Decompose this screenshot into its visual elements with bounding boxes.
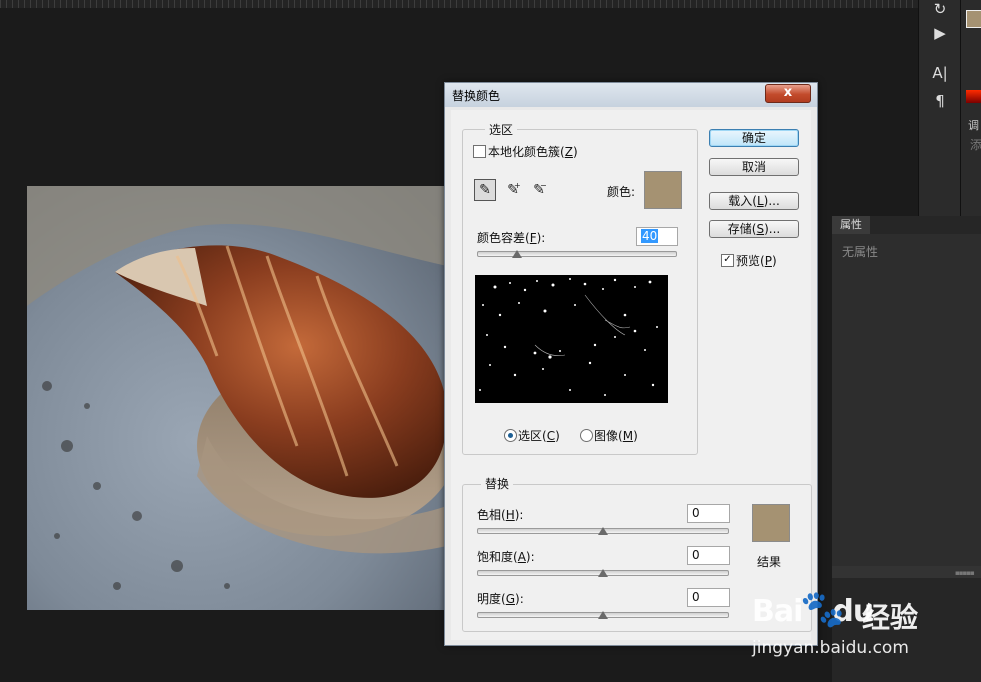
baidu-jingyan-text: 经验 [862, 601, 919, 634]
properties-tab[interactable]: 属性 [832, 216, 870, 234]
hue-label: 色相(H): [477, 508, 524, 522]
ok-button[interactable]: 确定 [709, 129, 799, 147]
selection-group-label: 选区 [485, 121, 518, 138]
cancel-button[interactable]: 取消 [709, 158, 799, 176]
result-label: 结果 [757, 555, 782, 569]
view-selection-radio[interactable] [504, 429, 517, 442]
save-button[interactable]: 存储(S)... [709, 220, 799, 238]
fuzziness-slider-track[interactable] [477, 251, 677, 257]
lightness-label: 明度(G): [477, 592, 524, 606]
snail-photo [27, 186, 447, 610]
sample-color-label: 颜色: [607, 185, 636, 199]
preview-checkbox[interactable]: ✓ [721, 254, 734, 267]
rotate-icon[interactable]: ↻ [919, 0, 961, 18]
panel-grip-icon[interactable]: ▪▪▪▪▪ [955, 569, 975, 577]
eyedropper-icon[interactable]: ✎ [474, 179, 496, 201]
preview-label[interactable]: 预览(P) [736, 252, 777, 269]
gradient-swatch[interactable] [966, 90, 981, 103]
dialog-title: 替换颜色 [452, 89, 501, 103]
saturation-input[interactable]: 0 [687, 546, 730, 565]
eyedropper-minus-icon[interactable]: ✎ − [529, 180, 549, 200]
fuzziness-slider-thumb[interactable] [512, 250, 522, 258]
character-icon[interactable]: A| [919, 64, 961, 82]
hue-slider-thumb[interactable] [598, 527, 608, 535]
sample-color-swatch[interactable] [644, 171, 682, 209]
hue-input[interactable]: 0 [687, 504, 730, 523]
selection-preview [475, 275, 668, 403]
saturation-label: 饱和度(A): [477, 550, 535, 564]
close-button[interactable]: x [765, 84, 811, 103]
play-icon[interactable]: ▶ [919, 24, 961, 42]
properties-tabbar [870, 216, 981, 234]
foreground-color-swatch[interactable] [966, 10, 981, 28]
watermark-url: jingyan.baidu.com [752, 638, 909, 658]
view-selection-label[interactable]: 选区(C) [518, 427, 560, 444]
fuzziness-label: 颜色容差(F): [477, 231, 546, 245]
view-image-label[interactable]: 图像(M) [594, 427, 638, 444]
lightness-input[interactable]: 0 [687, 588, 730, 607]
localized-clusters-label[interactable]: 本地化颜色簇(Z) [488, 143, 578, 160]
result-color-swatch[interactable] [752, 504, 790, 542]
lightness-slider-thumb[interactable] [598, 611, 608, 619]
paw-icon: 🐾 [800, 589, 845, 630]
view-image-radio[interactable] [580, 429, 593, 442]
adjustments-tab[interactable]: 调 [968, 117, 979, 133]
properties-panel [832, 216, 981, 579]
replace-color-dialog: 替换颜色 x 选区 本地化颜色簇(Z) ✎ ✎ + ✎ − 颜色: 颜色容差(F):… [444, 82, 818, 646]
dialog-client: 选区 本地化颜色簇(Z) ✎ ✎ + ✎ − 颜色: 颜色容差(F): 40 选… [451, 110, 812, 640]
saturation-slider-thumb[interactable] [598, 569, 608, 577]
eyedropper-plus-icon[interactable]: ✎ + [503, 180, 523, 200]
dialog-titlebar[interactable] [445, 83, 817, 107]
load-button[interactable]: 载入(L)... [709, 192, 799, 210]
replacement-group-label: 替换 [481, 475, 514, 492]
paragraph-icon[interactable]: ¶ [919, 92, 961, 110]
add-adjustment-label: 添 [970, 138, 981, 152]
top-ruler [0, 0, 918, 8]
localized-clusters-checkbox[interactable] [473, 145, 486, 158]
fuzziness-input[interactable]: 40 [636, 227, 678, 246]
no-properties-text: 无属性 [842, 245, 879, 259]
